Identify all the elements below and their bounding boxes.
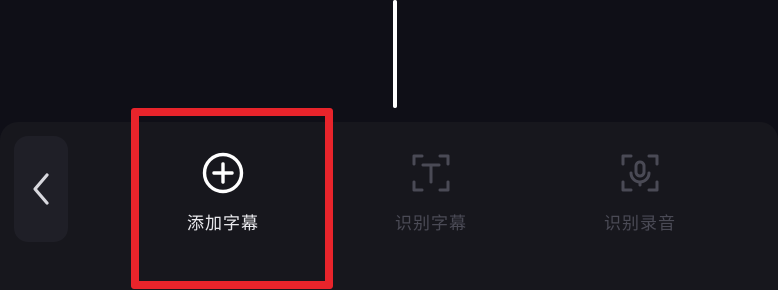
recognize-recording-label: 识别录音 [604, 214, 676, 234]
recognize-recording-button[interactable]: 识别录音 [575, 150, 705, 250]
chevron-left-icon [33, 173, 49, 205]
editor-stage: 添加字幕 识别字幕 识别录音 [0, 0, 778, 290]
back-button[interactable] [14, 136, 68, 242]
timeline-playhead[interactable] [393, 0, 397, 108]
add-subtitle-button[interactable]: 添加字幕 [158, 150, 288, 250]
add-subtitle-label: 添加字幕 [187, 214, 259, 234]
recognize-subtitle-label: 识别字幕 [395, 214, 467, 234]
text-scan-icon [408, 150, 454, 196]
recognize-subtitle-button[interactable]: 识别字幕 [366, 150, 496, 250]
voice-scan-icon [617, 150, 663, 196]
plus-circle-icon [200, 150, 246, 196]
